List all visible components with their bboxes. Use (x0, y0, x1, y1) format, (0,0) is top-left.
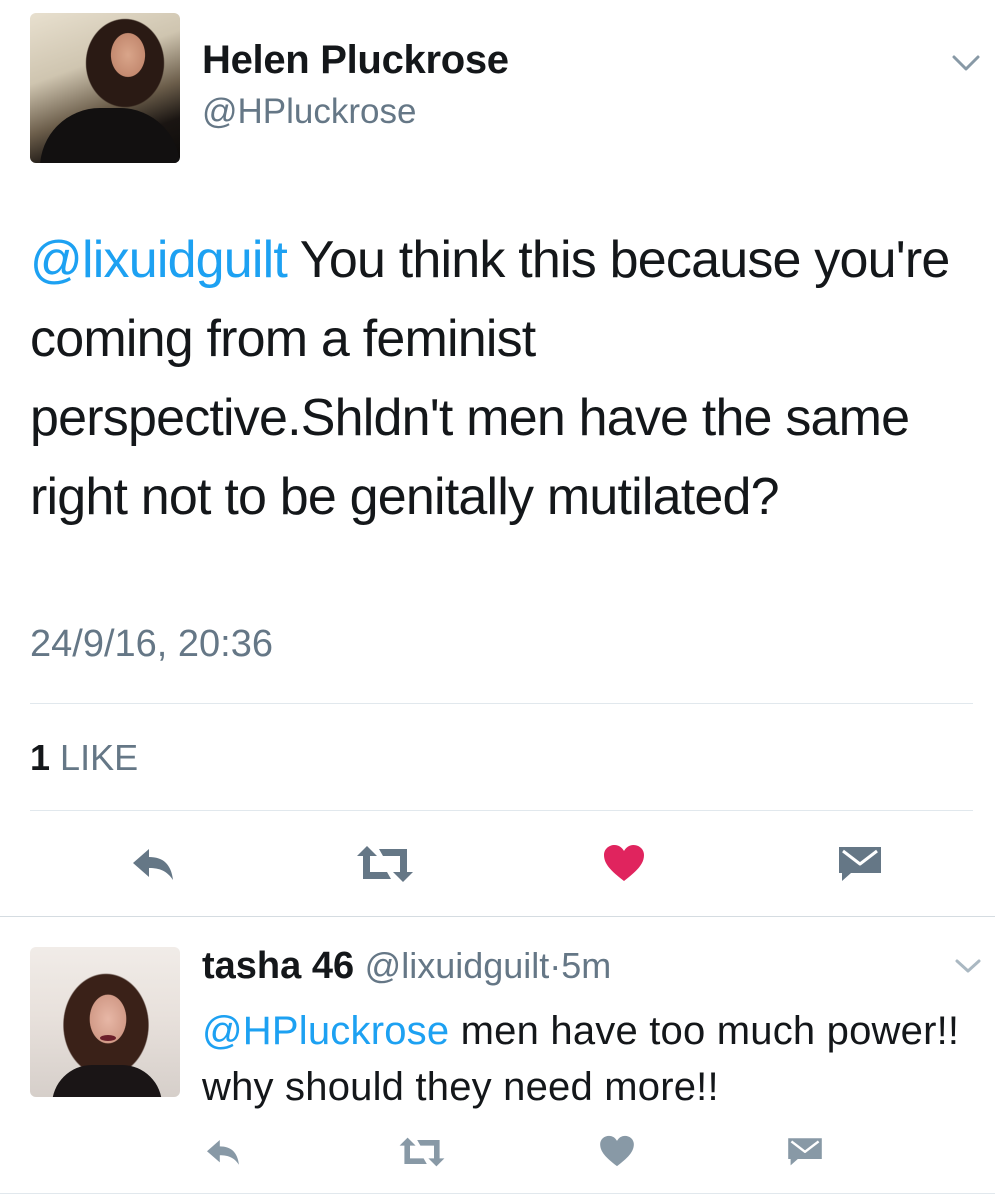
divider (30, 810, 973, 811)
retweet-button[interactable] (392, 1132, 452, 1172)
mention-link[interactable]: @lixuidguilt (30, 231, 288, 289)
retweet-icon (399, 1137, 445, 1167)
retweet-button[interactable] (350, 840, 420, 888)
avatar-figure (52, 1065, 162, 1097)
like-button[interactable] (596, 838, 652, 888)
avatar-figure (40, 108, 180, 163)
author-avatar[interactable] (30, 13, 180, 163)
like-count-label: LIKE (60, 737, 139, 778)
reply-text: @HPluckrose men have too much power!! wh… (202, 1003, 972, 1115)
like-count-number: 1 (30, 737, 51, 778)
tweet-text: @lixuidguilt You think this because you'… (30, 221, 960, 537)
heart-icon (600, 1135, 634, 1167)
heart-icon (604, 845, 644, 881)
reply-icon (207, 1140, 239, 1165)
retweet-icon (357, 846, 413, 882)
direct-message-button[interactable] (782, 1130, 828, 1172)
author-name[interactable]: Helen Pluckrose (202, 38, 509, 83)
avatar-detail (100, 1035, 116, 1041)
reply-header: tasha 46 @lixuidguilt·5m (202, 945, 611, 988)
envelope-icon (788, 1138, 822, 1166)
like-button[interactable] (594, 1130, 640, 1172)
chevron-down-icon[interactable] (950, 52, 982, 74)
reply-button[interactable] (125, 840, 181, 888)
divider (0, 1193, 995, 1194)
chevron-down-icon[interactable] (953, 956, 983, 976)
author-handle[interactable]: @HPluckrose (202, 92, 416, 132)
divider (30, 703, 973, 704)
divider (0, 916, 995, 917)
reply-separator: · (549, 945, 562, 986)
reply-author-avatar[interactable] (30, 947, 180, 1097)
reply-author-name[interactable]: tasha 46 (202, 945, 354, 987)
direct-message-button[interactable] (832, 838, 888, 888)
like-count[interactable]: 1 LIKE (30, 737, 138, 779)
tweet-timestamp[interactable]: 24/9/16, 20:36 (30, 623, 273, 666)
mention-link[interactable]: @HPluckrose (202, 1009, 449, 1053)
reply-icon (133, 849, 173, 880)
reply-author-handle[interactable]: @lixuidguilt (365, 945, 550, 986)
reply-time[interactable]: 5m (561, 945, 611, 986)
envelope-icon (839, 847, 881, 881)
reply-button[interactable] (200, 1132, 246, 1172)
